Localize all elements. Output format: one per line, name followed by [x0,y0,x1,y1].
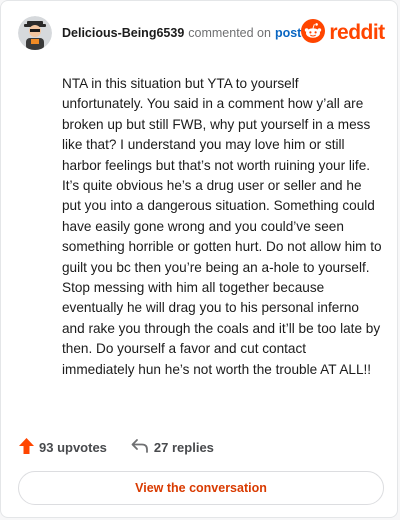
avatar-icon[interactable] [18,16,52,50]
reddit-snoo-icon [301,18,326,48]
reply-stat[interactable]: 27 replies [131,438,214,457]
upvote-stat[interactable]: 93 upvotes [19,438,107,457]
reply-count: 27 replies [153,440,214,455]
reddit-wordmark: reddit [329,21,385,44]
comment-meta: Delicious-Being6539 commented on post [62,26,301,40]
username[interactable]: Delicious-Being6539 [62,26,184,40]
comment-stats: 93 upvotes 27 replies [19,438,214,457]
action-text: commented on [188,26,271,40]
comment-header: Delicious-Being6539 commented on post re… [18,16,385,50]
upvote-count: 93 upvotes [39,440,107,455]
view-conversation-button[interactable]: View the conversation [18,471,384,505]
post-link[interactable]: post [275,26,301,40]
reddit-logo[interactable]: reddit [301,18,385,48]
comment-card: Delicious-Being6539 commented on post re… [0,0,398,518]
reply-arrow-icon [131,438,149,457]
upvote-arrow-icon [19,438,34,457]
comment-body: NTA in this situation but YTA to yoursel… [62,76,382,377]
